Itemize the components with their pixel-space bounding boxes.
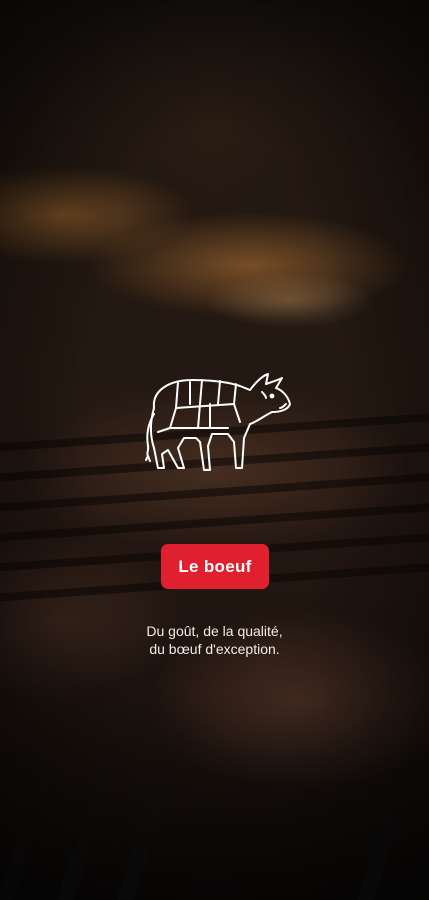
tagline-line-2: du bœuf d'exception. bbox=[149, 641, 280, 657]
le-boeuf-button[interactable]: Le boeuf bbox=[161, 544, 269, 589]
tagline: Du goût, de la qualité, du bœuf d'except… bbox=[0, 622, 429, 658]
tagline-line-1: Du goût, de la qualité, bbox=[146, 623, 283, 639]
cow-butcher-cuts-icon bbox=[140, 368, 292, 476]
